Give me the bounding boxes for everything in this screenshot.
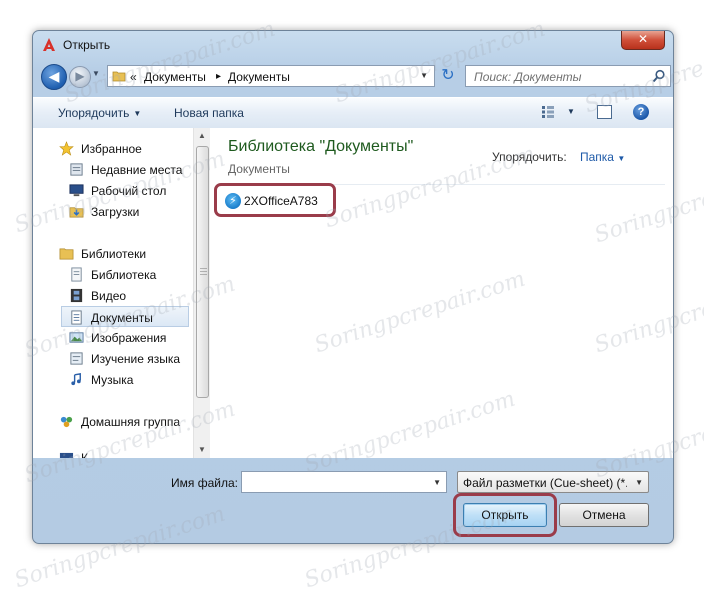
sidebar-item-computer[interactable]: К — [33, 450, 193, 458]
scrollbar-thumb[interactable]: — — — — [196, 146, 209, 398]
breadcrumb-item[interactable]: Документы — [228, 70, 290, 84]
sidebar-item-label: Библиотеки — [81, 247, 147, 261]
arrange-by-dropdown[interactable]: Папка ▼ — [580, 150, 625, 164]
organize-label: Упорядочить — [58, 106, 130, 120]
file-type-select[interactable]: Файл разметки (Cue-sheet) (*. ▼ — [457, 471, 649, 493]
address-bar[interactable]: « Документы ▸ Документы ▼ — [107, 65, 435, 87]
downloads-icon — [69, 207, 84, 218]
images-icon — [69, 332, 84, 343]
open-file-dialog: Открыть ✕ ◀ ▶ ▼ « Документы ▸ Документы … — [32, 30, 674, 544]
sidebar-item-favorites[interactable]: Избранное — [33, 138, 193, 159]
chevron-down-icon: ▼ — [617, 154, 626, 163]
back-button[interactable]: ◀ — [41, 64, 67, 90]
grip-icon: — — — — [200, 265, 207, 278]
search-icon[interactable] — [652, 69, 666, 83]
navigation-bar: ◀ ▶ ▼ « Документы ▸ Документы ▼ ↻ Поиск:… — [41, 63, 671, 91]
history-dropdown-icon[interactable]: ▼ — [92, 69, 101, 81]
filename-input[interactable]: ▼ — [241, 471, 447, 493]
music-icon — [71, 373, 81, 386]
library-subtitle: Документы — [228, 162, 290, 176]
libraries-icon — [59, 248, 74, 260]
sidebar-item-label: Рабочий стол — [91, 184, 167, 198]
cancel-button[interactable]: Отмена — [559, 503, 649, 527]
new-folder-button[interactable]: Новая папка — [174, 106, 244, 120]
sidebar-item-label: Домашняя группа — [81, 415, 181, 429]
sidebar-item-label: Изображения — [91, 331, 167, 345]
navigation-pane: Избранное Недавние места Рабочий стол За… — [33, 128, 210, 458]
breadcrumb-item[interactable]: Документы — [144, 70, 206, 84]
video-icon — [70, 288, 83, 303]
view-options-icon[interactable] — [541, 105, 555, 119]
dialog-footer: Имя файла: ▼ Файл разметки (Cue-sheet) (… — [33, 459, 673, 543]
sidebar-item-downloads[interactable]: Загрузки — [33, 201, 193, 222]
sidebar-item-images[interactable]: Изображения — [33, 327, 193, 348]
sidebar-item-label: Библиотека — [91, 268, 157, 282]
search-input[interactable]: Поиск: Документы — [465, 65, 671, 87]
sidebar-item-label: Документы — [91, 311, 153, 325]
library-icon — [71, 267, 82, 282]
sidebar-item-video[interactable]: Видео — [33, 285, 193, 306]
sidebar-item-homegroup[interactable]: Домашняя группа — [33, 411, 193, 432]
file-item[interactable]: ⚡ 2XOfficeA783 — [222, 190, 332, 212]
documents-icon — [71, 310, 82, 325]
scroll-up-icon[interactable]: ▲ — [194, 128, 210, 144]
filename-label: Имя файла: — [171, 476, 238, 490]
scroll-down-icon[interactable]: ▼ — [194, 442, 210, 458]
app-file-icon: ⚡ — [225, 193, 241, 209]
open-button[interactable]: Открыть — [463, 503, 547, 527]
file-list-pane: Библиотека "Документы" Документы Упорядо… — [210, 128, 673, 458]
breadcrumb-prefix[interactable]: « — [130, 70, 137, 84]
file-name: 2XOfficeA783 — [244, 194, 318, 208]
sidebar-scrollbar[interactable]: ▲ — — — ▼ — [193, 128, 210, 458]
refresh-button[interactable]: ↻ — [437, 65, 459, 87]
sidebar-item-label: Музыка — [91, 373, 134, 387]
arrange-by-label: Упорядочить: — [492, 150, 567, 164]
sidebar-item-label: Избранное — [81, 142, 142, 156]
breadcrumb-separator-icon[interactable]: ▸ — [216, 71, 221, 82]
preview-pane-icon[interactable] — [597, 105, 612, 119]
sidebar-item-music[interactable]: Музыка — [33, 369, 193, 390]
folder-icon — [112, 71, 126, 82]
file-type-value: Файл разметки (Cue-sheet) (*. — [463, 476, 627, 490]
sidebar-item-label: К — [81, 451, 88, 458]
sidebar-item-recent-places[interactable]: Недавние места — [33, 159, 193, 180]
sidebar-item-documents[interactable]: Документы — [61, 306, 189, 327]
filename-dropdown-icon[interactable]: ▼ — [433, 478, 441, 487]
computer-icon — [59, 452, 74, 458]
sidebar-item-desktop[interactable]: Рабочий стол — [33, 180, 193, 201]
help-icon[interactable]: ? — [633, 104, 649, 120]
title-bar[interactable]: Открыть ✕ — [33, 31, 673, 57]
close-button[interactable]: ✕ — [621, 31, 665, 50]
sidebar-item-label: Загрузки — [91, 205, 140, 219]
recent-places-icon — [70, 163, 83, 176]
sidebar-item-libraries[interactable]: Библиотеки — [33, 243, 193, 264]
homegroup-icon — [60, 416, 73, 428]
window-title: Открыть — [63, 38, 111, 52]
library-title: Библиотека "Документы" — [228, 138, 414, 155]
address-dropdown-icon[interactable]: ▼ — [420, 71, 428, 80]
sidebar-item-language-learning[interactable]: Изучение языка — [33, 348, 193, 369]
arrange-by-value: Папка — [580, 150, 614, 164]
organize-button[interactable]: Упорядочить ▼ — [58, 106, 141, 120]
chevron-down-icon: ▼ — [133, 109, 142, 118]
app-logo-icon — [43, 38, 55, 51]
language-icon — [70, 352, 83, 365]
sidebar-item-label: Изучение языка — [91, 352, 181, 366]
sidebar-item-label: Недавние места — [91, 163, 183, 177]
forward-button[interactable]: ▶ — [69, 66, 91, 88]
sidebar-item-library[interactable]: Библиотека — [33, 264, 193, 285]
star-icon — [59, 141, 74, 156]
chevron-down-icon: ▼ — [635, 478, 643, 487]
sidebar-item-label: Видео — [91, 289, 127, 303]
search-placeholder: Поиск: Документы — [474, 70, 582, 84]
command-toolbar: Упорядочить ▼ Новая папка ▼ ? — [33, 97, 673, 129]
desktop-icon — [69, 184, 84, 197]
view-dropdown-icon[interactable]: ▼ — [567, 107, 575, 116]
